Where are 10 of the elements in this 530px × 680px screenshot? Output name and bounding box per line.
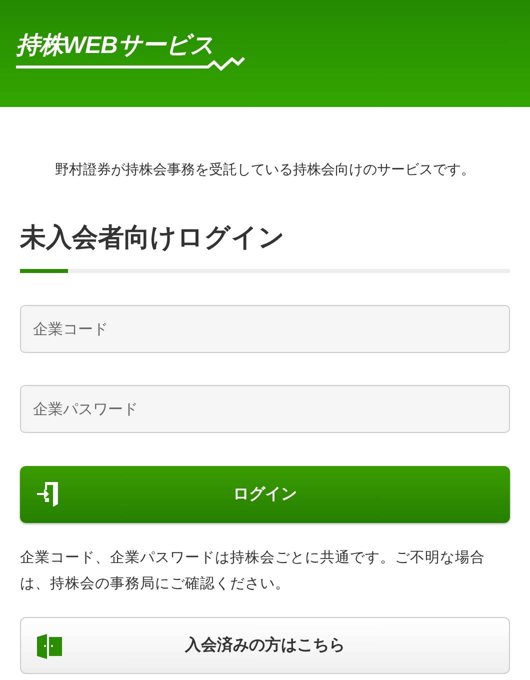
logo[interactable]: 持株WEBサービス <box>16 30 246 70</box>
door-icon <box>37 634 62 659</box>
page-heading: 未入会者向けログイン <box>20 221 286 253</box>
member-login-button[interactable]: 入会済みの方はこちら <box>20 617 510 674</box>
login-button[interactable]: ログイン <box>20 466 510 523</box>
input-field[interactable]: 企業コード <box>20 305 510 353</box>
input-field[interactable]: 企業パスワード <box>20 385 510 433</box>
enter-door-icon <box>37 482 59 507</box>
intro-text: 野村證券が持株会事務を受託している持株会向けのサービスです。 <box>54 160 476 179</box>
note-text: 企業コード、企業パスワードは持株会ごとに共通です。ご不明な場合は、持株会の事務局にご確認ください。 <box>20 549 486 594</box>
